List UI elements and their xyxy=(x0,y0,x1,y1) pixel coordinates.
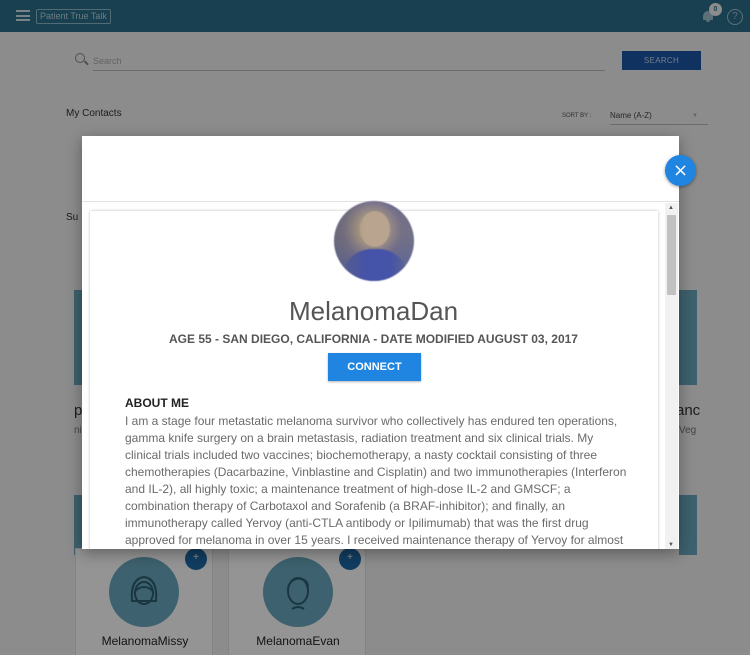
connect-button[interactable]: CONNECT xyxy=(328,353,421,381)
scrollbar-thumb[interactable] xyxy=(667,215,676,295)
profile-avatar xyxy=(334,201,414,281)
profile-meta: AGE 55 - SAN DIEGO, CALIFORNIA - DATE MO… xyxy=(169,332,578,346)
about-me-heading: ABOUT ME xyxy=(125,396,189,410)
profile-name: MelanomaDan xyxy=(288,296,459,326)
modal-scrollbar[interactable]: ▲ ▼ xyxy=(665,203,678,549)
scroll-down-arrow-icon[interactable]: ▼ xyxy=(668,542,674,548)
close-icon[interactable]: × xyxy=(665,155,696,186)
about-me-text: I am a stage four metastatic melanoma su… xyxy=(125,414,627,547)
scroll-up-arrow-icon[interactable]: ▲ xyxy=(668,205,674,211)
